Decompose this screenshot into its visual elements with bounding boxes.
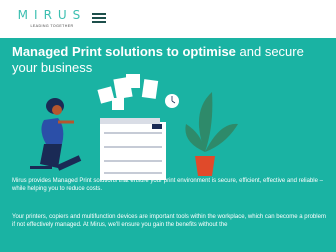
paper-sheets [97,74,159,110]
site-header: MIRUS LEADING TOGETHER [0,0,336,38]
person-figure [30,98,82,171]
logo-wordmark: MIRUS [17,8,87,22]
clock-icon [165,94,179,108]
second-paragraph: Your printers, copiers and multifunction… [12,214,326,228]
mirus-logo[interactable]: MIRUS LEADING TOGETHER [14,8,90,32]
intro-paragraph: Mirus provides Managed Print solutions t… [12,178,323,192]
menu-icon[interactable] [92,12,106,24]
logo-tagline: LEADING TOGETHER [30,24,74,28]
hero-illustration [30,74,238,180]
printer-illustration [100,118,166,180]
title-bold: Managed Print solutions to optimise [12,44,236,59]
plant-illustration [185,92,238,176]
